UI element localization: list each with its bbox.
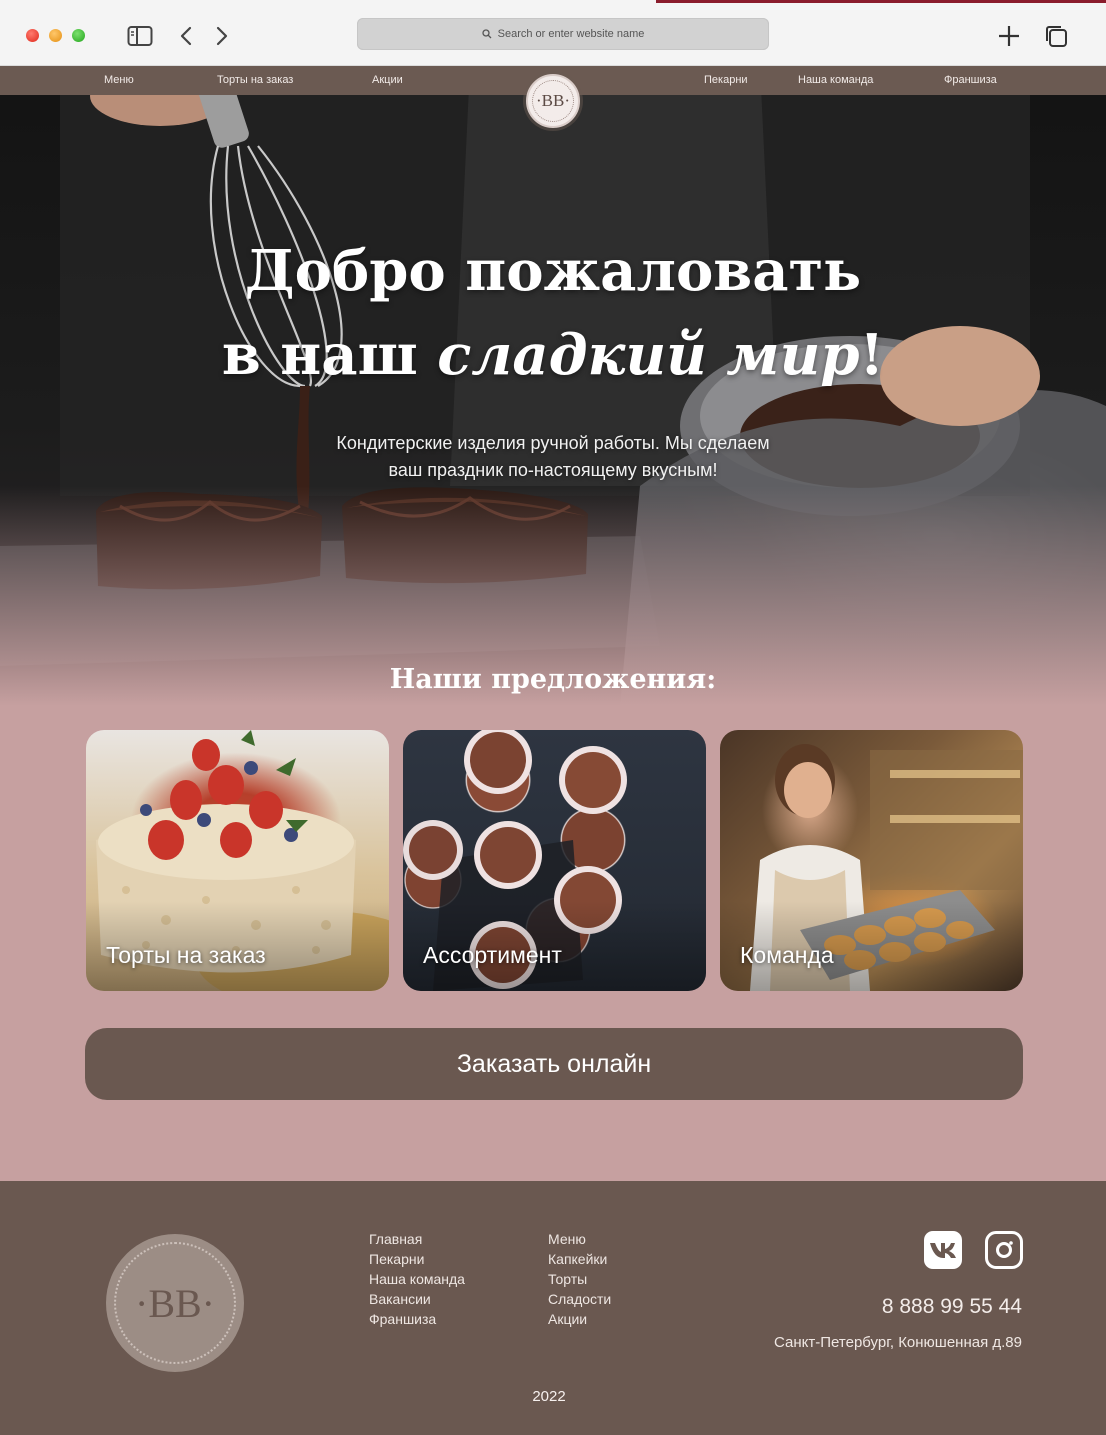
footer-link-bakeries[interactable]: Пекарни — [369, 1249, 465, 1269]
hero-title-line-1: Добро пожаловать — [244, 238, 862, 304]
footer: ·BB· Главная Пекарни Наша команда Ваканс… — [0, 1181, 1106, 1435]
chevron-left-icon — [180, 26, 192, 46]
site-logo[interactable]: ·BB· — [526, 74, 580, 128]
footer-address: Санкт-Петербург, Конюшенная д.89 — [774, 1334, 1022, 1351]
order-online-button[interactable]: Заказать онлайн — [85, 1028, 1023, 1100]
hero-subtitle-line-2: ваш праздник по-настоящему вкусным! — [388, 460, 718, 480]
hero-subtitle-line-1: Кондитерские изделия ручной работы. Мы с… — [336, 433, 770, 453]
offers-heading: Наши предложения: — [389, 664, 717, 695]
offer-card-label: Команда — [740, 942, 834, 968]
nav-link-team[interactable]: Наша команда — [798, 74, 873, 86]
address-bar-placeholder: Search or enter website name — [497, 28, 645, 40]
tabs-overview-icon — [1046, 26, 1067, 47]
footer-link-menu[interactable]: Меню — [548, 1229, 611, 1249]
nav-link-promotions[interactable]: Акции — [372, 74, 403, 86]
footer-year: 2022 — [532, 1388, 566, 1405]
hero-title-exclamation: ! — [859, 322, 885, 388]
hero-title-regular: в наш — [221, 322, 438, 388]
nav-link-custom-cakes[interactable]: Торты на заказ — [217, 74, 293, 86]
nav-link-bakeries[interactable]: Пекарни — [704, 74, 748, 86]
offer-card-label: Торты на заказ — [106, 942, 266, 968]
offer-card-label: Ассортимент — [423, 942, 562, 968]
footer-link-sweets[interactable]: Сладости — [548, 1289, 611, 1309]
nav-link-franchise[interactable]: Франшиза — [944, 74, 997, 86]
vk-icon — [930, 1243, 956, 1258]
footer-link-team[interactable]: Наша команда — [369, 1269, 465, 1289]
chevron-right-icon — [216, 26, 228, 46]
footer-phone[interactable]: 8 888 99 55 44 — [882, 1295, 1022, 1319]
browser-toolbar: Search or enter website name — [0, 0, 1106, 66]
close-window-button[interactable] — [26, 29, 39, 42]
footer-nav-column-2: Меню Капкейки Торты Сладости Акции — [548, 1229, 611, 1329]
footer-nav-column-1: Главная Пекарни Наша команда Вакансии Фр… — [369, 1229, 465, 1329]
footer-logo-ring — [114, 1242, 236, 1364]
instagram-link[interactable] — [985, 1231, 1023, 1269]
hero-title-line-2: в наш сладкий мир! — [0, 322, 1106, 388]
site-logo-text: ·BB· — [536, 91, 570, 110]
offer-card-custom-cakes[interactable]: Торты на заказ — [86, 730, 389, 991]
minimize-window-button[interactable] — [49, 29, 62, 42]
offer-card-assortment[interactable]: Ассортимент — [403, 730, 706, 991]
instagram-icon — [996, 1241, 1013, 1258]
new-tab-button[interactable] — [995, 22, 1023, 50]
tab-overview-button[interactable] — [1042, 22, 1070, 50]
maximize-window-button[interactable] — [72, 29, 85, 42]
address-bar[interactable]: Search or enter website name — [357, 18, 769, 50]
hero-title-italic: сладкий мир — [437, 322, 860, 388]
footer-link-promotions[interactable]: Акции — [548, 1309, 611, 1329]
forward-button[interactable] — [208, 22, 236, 50]
plus-icon — [999, 26, 1019, 46]
back-button[interactable] — [172, 22, 200, 50]
sidebar-icon — [127, 26, 153, 46]
sidebar-toggle-button[interactable] — [126, 22, 154, 50]
vk-link[interactable] — [924, 1231, 962, 1269]
footer-link-home[interactable]: Главная — [369, 1229, 465, 1249]
footer-link-cupcakes[interactable]: Капкейки — [548, 1249, 611, 1269]
search-icon — [481, 29, 492, 39]
footer-link-vacancies[interactable]: Вакансии — [369, 1289, 465, 1309]
offer-card-team[interactable]: Команда — [720, 730, 1023, 991]
hero-section: Меню Торты на заказ Акции Пекарни Наша к… — [0, 66, 1106, 706]
nav-link-menu[interactable]: Меню — [104, 74, 134, 86]
footer-link-franchise[interactable]: Франшиза — [369, 1309, 465, 1329]
toolbar-accent-line — [656, 0, 1106, 3]
footer-logo[interactable]: ·BB· — [106, 1234, 244, 1372]
hero-subtitle: Кондитерские изделия ручной работы. Мы с… — [253, 430, 853, 484]
web-page: Меню Торты на заказ Акции Пекарни Наша к… — [0, 66, 1106, 1435]
footer-link-cakes[interactable]: Торты — [548, 1269, 611, 1289]
